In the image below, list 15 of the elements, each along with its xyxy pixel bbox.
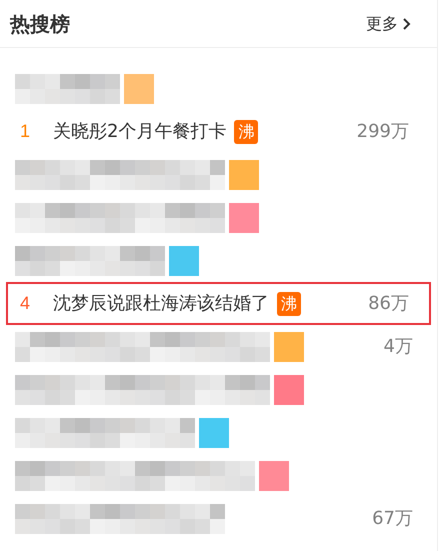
hot-badge: 沸: [234, 120, 258, 144]
rank-number: 4: [19, 292, 32, 315]
more-link[interactable]: 更多: [366, 12, 411, 36]
view-count: 86万: [368, 292, 409, 316]
topic-title: 沈梦辰说跟杜海涛该结婚了: [53, 292, 269, 316]
view-count: 299万: [356, 120, 409, 144]
hot-badge: 沸: [277, 292, 301, 316]
rank-number: 1: [19, 120, 32, 143]
hot-search-row[interactable]: 4 沈梦辰说跟杜海涛该结婚了 沸 86万: [6, 282, 431, 325]
view-count: 67万: [372, 507, 413, 531]
chevron-right-icon: [402, 16, 411, 30]
view-count: 4万: [384, 335, 413, 359]
hot-search-row[interactable]: 1 关晓彤2个月午餐打卡 沸 299万: [6, 110, 431, 153]
panel-title: 热搜榜: [10, 10, 70, 38]
topic-title: 关晓彤2个月午餐打卡: [53, 120, 226, 144]
